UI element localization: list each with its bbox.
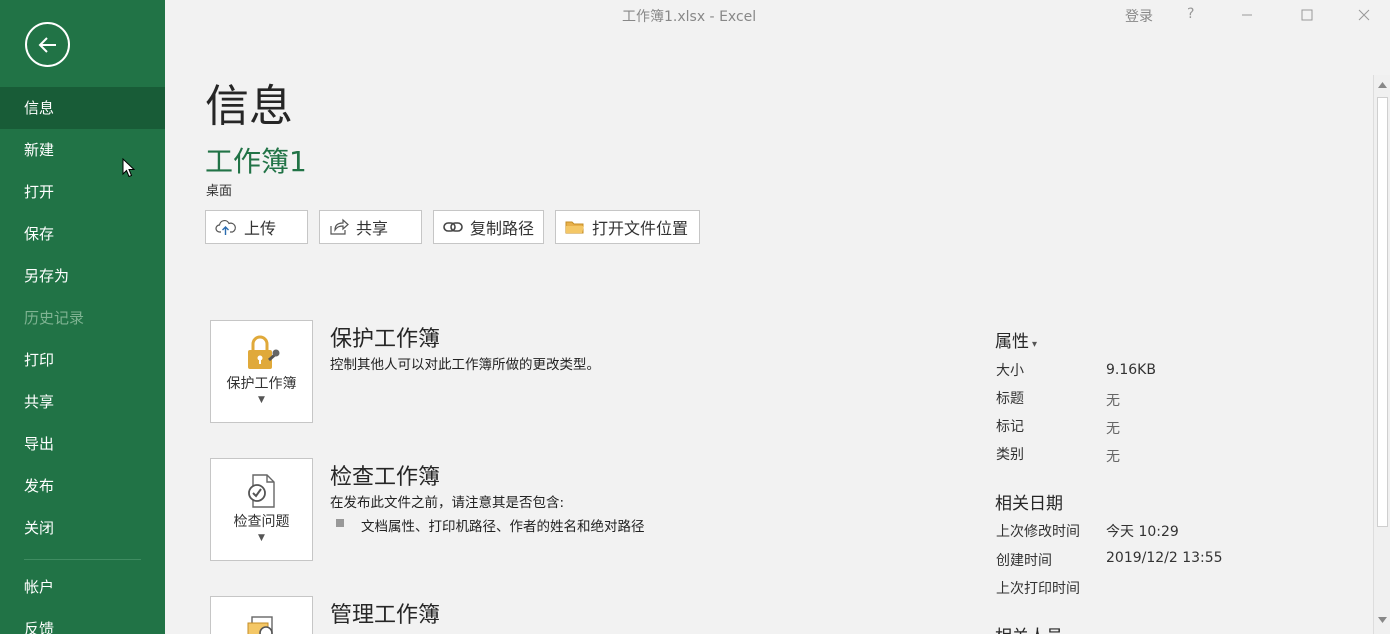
created-value: 2019/12/2 13:55 [1106,550,1223,566]
property-category-label: 类别 [996,447,1024,463]
mouse-cursor-icon [122,158,135,178]
minimize-icon [1242,14,1252,16]
related-people-title: 相关人员 [995,622,1063,634]
protect-workbook-title: 保护工作簿 [330,327,441,352]
arrow-left-icon [38,36,56,53]
sidebar-item-publish[interactable]: 发布 [0,465,165,507]
help-button[interactable]: ? [1187,6,1194,22]
sidebar-item-save-as[interactable]: 另存为 [0,255,165,297]
minimize-button[interactable] [1235,4,1259,26]
back-button[interactable] [25,22,70,67]
chevron-down-icon: ▾ [1032,339,1038,350]
folder-icon [565,221,584,234]
inspect-workbook-bullet: 文档属性、打印机路径、作者的姓名和绝对路径 [361,519,645,535]
open-file-location-label: 打开文件位置 [592,219,689,238]
workbook-location: 桌面 [206,184,233,199]
property-tags-label: 标记 [996,419,1024,435]
property-title-label: 标题 [996,391,1024,407]
sidebar-divider [24,559,141,560]
sidebar-item-print[interactable]: 打印 [0,339,165,381]
scroll-down-button[interactable] [1374,610,1390,630]
sidebar-item-account[interactable]: 帐户 [0,566,165,608]
scroll-up-button[interactable] [1374,75,1390,95]
property-size-label: 大小 [996,363,1024,379]
maximize-button[interactable] [1295,4,1319,26]
window-title: 工作簿1.xlsx - Excel [622,9,757,25]
link-icon [443,222,463,232]
lock-key-icon [247,335,279,369]
inspect-workbook-description: 在发布此文件之前，请注意其是否包含: [330,495,565,511]
protect-workbook-button[interactable]: 保护工作簿 ▼ [210,320,313,423]
property-tags-value[interactable]: 无 [1106,418,1120,438]
maximize-icon [1301,9,1313,21]
manage-workbook-title: 管理工作簿 [330,603,441,628]
upload-label: 上传 [244,219,277,238]
check-for-issues-tile-label: 检查问题 [233,514,290,530]
close-icon [1358,9,1370,21]
last-printed-label: 上次打印时间 [996,581,1080,597]
cloud-upload-icon [215,220,236,235]
workbook-name: 工作簿1 [205,145,307,178]
last-modified-value: 今天 10:29 [1106,524,1179,540]
share-label: 共享 [356,219,389,238]
last-modified-label: 上次修改时间 [996,524,1080,540]
share-button[interactable]: 共享 [319,210,422,244]
sidebar-item-open[interactable]: 打开 [0,171,165,213]
sidebar-item-share[interactable]: 共享 [0,381,165,423]
property-category-value[interactable]: 无 [1106,446,1120,466]
created-label: 创建时间 [996,553,1052,569]
triangle-up-icon [1378,82,1387,88]
copy-path-button[interactable]: 复制路径 [433,210,544,244]
title-bar: 工作簿1.xlsx - Excel 登录 ? [165,0,1390,30]
document-check-icon [247,474,275,508]
sidebar-item-history: 历史记录 [24,309,85,327]
protect-workbook-description: 控制其他人可以对此工作簿所做的更改类型。 [330,357,600,373]
property-size-value: 9.16KB [1106,362,1156,378]
upload-button[interactable]: 上传 [205,210,308,244]
bullet-square-icon [336,519,344,527]
sidebar-item-feedback[interactable]: 反馈 [0,608,165,634]
inspect-workbook-title: 检查工作簿 [330,465,441,490]
sidebar-item-new[interactable]: 新建 [0,129,165,171]
sidebar-item-info[interactable]: 信息 [0,87,165,129]
dropdown-arrow-icon: ▼ [258,533,265,543]
scroll-thumb[interactable] [1377,97,1388,527]
related-dates-title: 相关日期 [995,494,1063,514]
sidebar-item-close[interactable]: 关闭 [0,507,165,549]
sidebar-nav: 信息 新建 打开 保存 另存为 历史记录 打印 共享 导出 发布 关闭 帐户 反… [0,87,165,634]
triangle-down-icon [1378,617,1387,623]
manage-workbook-button[interactable] [210,596,313,634]
property-title-value[interactable]: 无 [1106,390,1120,410]
sign-in-link[interactable]: 登录 [1125,6,1153,26]
properties-title: 属性 [995,332,1029,352]
open-file-location-button[interactable]: 打开文件位置 [555,210,700,244]
copy-path-label: 复制路径 [470,219,535,238]
protect-workbook-tile-label: 保护工作簿 [226,376,297,392]
sidebar-item-save[interactable]: 保存 [0,213,165,255]
manage-workbook-icon [247,616,273,634]
share-icon [330,218,349,235]
page-title: 信息 [205,81,293,132]
dropdown-arrow-icon: ▼ [258,395,265,405]
vertical-scrollbar[interactable] [1373,75,1390,634]
sidebar-item-export[interactable]: 导出 [0,423,165,465]
properties-dropdown[interactable]: 属性 ▾ [995,327,1037,352]
close-window-button[interactable] [1352,4,1376,26]
backstage-sidebar: 信息 新建 打开 保存 另存为 历史记录 打印 共享 导出 发布 关闭 帐户 反… [0,0,165,634]
check-for-issues-button[interactable]: 检查问题 ▼ [210,458,313,561]
